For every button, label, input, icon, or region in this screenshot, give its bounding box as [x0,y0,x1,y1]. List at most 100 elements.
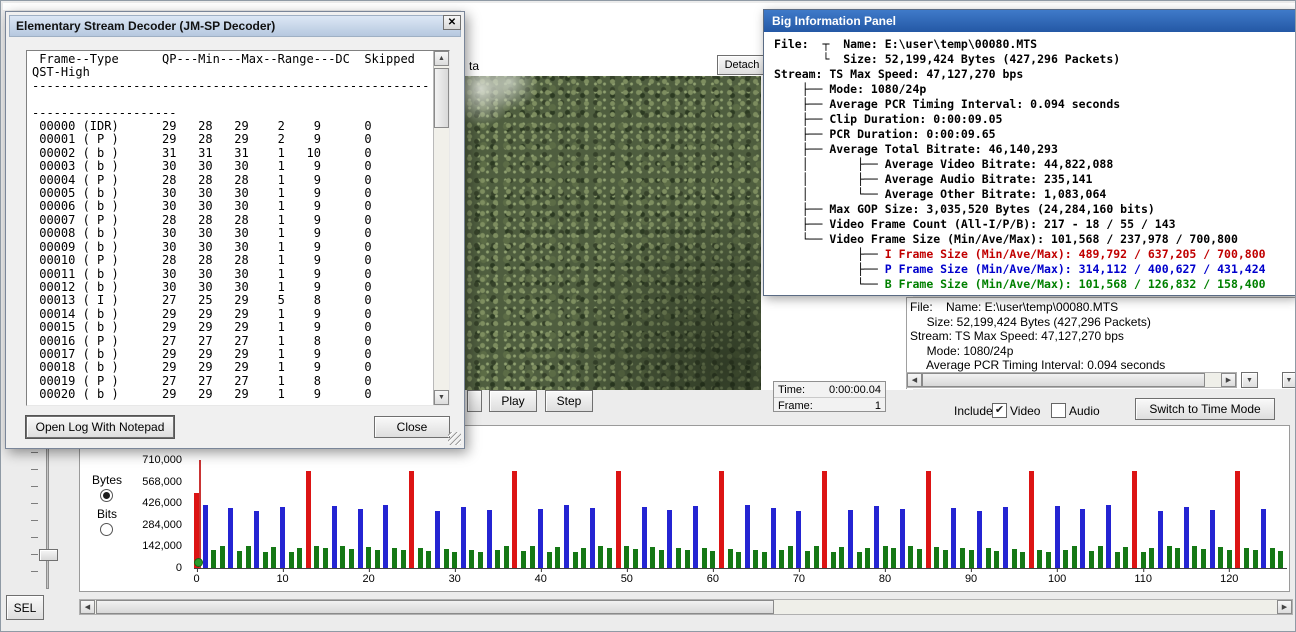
frame-size-bar[interactable] [1157,511,1163,568]
frame-size-bar[interactable] [357,509,363,568]
frame-size-bar[interactable] [658,550,664,568]
frame-size-bar[interactable] [469,550,475,568]
frame-size-bar[interactable] [280,507,286,568]
frame-size-bar[interactable] [1140,552,1146,568]
frame-size-bar[interactable] [211,550,217,568]
frame-size-bar[interactable] [434,511,440,568]
frame-size-bar[interactable] [959,548,965,568]
frame-size-bar[interactable] [400,550,406,568]
frame-size-bar[interactable] [202,505,208,568]
frame-size-bar[interactable] [1054,506,1060,568]
frame-size-bar[interactable] [572,552,578,568]
frame-size-bar[interactable] [839,547,845,568]
frame-size-bar[interactable] [753,550,759,568]
play-button[interactable]: Play [489,390,537,412]
frame-size-bar[interactable] [727,549,733,568]
frame-size-bar[interactable] [366,547,372,568]
frame-size-bar[interactable] [1261,509,1267,568]
slider-handle[interactable] [39,549,58,561]
frame-size-bar[interactable] [856,552,862,568]
frame-size-bar[interactable] [237,551,243,568]
frame-size-bar[interactable] [865,548,871,568]
frame-size-bar[interactable] [1080,509,1086,568]
decoder-scrollbar-thumb[interactable] [434,68,449,128]
decoder-titlebar[interactable]: Elementary Stream Decoder (JM-SP Decoder… [9,15,461,37]
scroll-right-button[interactable]: ▶ [1221,373,1236,387]
frame-size-bar[interactable] [934,547,940,568]
frame-size-bar[interactable] [1002,507,1008,568]
frame-size-bar[interactable] [607,548,613,568]
frame-size-bar[interactable] [219,546,225,568]
frame-size-bar[interactable] [452,552,458,568]
sub-info-scrollbar[interactable]: ◀ ▶ [906,372,1237,388]
frame-size-bar[interactable] [873,506,879,568]
frame-size-bar[interactable] [1192,546,1198,568]
frame-size-bar[interactable] [615,471,621,568]
frame-size-bar[interactable] [374,550,380,568]
frame-size-bar[interactable] [701,548,707,568]
frame-size-bar[interactable] [968,550,974,568]
frame-size-bar[interactable] [1063,550,1069,568]
frame-size-bar[interactable] [331,506,337,568]
audio-checkbox-label[interactable]: Audio [1069,404,1100,418]
partial-hidden-button[interactable] [467,390,482,412]
slider-track[interactable] [46,433,49,589]
close-button[interactable]: ✕ [443,15,461,30]
frame-size-bar[interactable] [598,546,604,568]
frame-size-bar[interactable] [951,508,957,568]
scroll-right-button[interactable]: ▶ [1277,600,1292,614]
frame-size-bar[interactable] [1071,546,1077,568]
frame-size-bar[interactable] [762,552,768,568]
frame-size-bar[interactable] [718,471,724,568]
frame-size-bar[interactable] [1097,546,1103,568]
playhead-cursor[interactable] [199,460,201,568]
playhead-marker[interactable] [194,558,203,567]
frame-size-bar[interactable] [555,547,561,568]
frame-size-bar[interactable] [529,546,535,568]
scroll-left-button[interactable]: ◀ [80,600,95,614]
dropdown-button-edge[interactable]: ▼ [1282,372,1295,388]
frame-size-bar[interactable] [512,471,518,568]
frame-size-bar[interactable] [942,550,948,568]
frame-size-bar[interactable] [288,552,294,568]
frame-size-bar[interactable] [667,510,673,568]
frame-size-bar[interactable] [297,548,303,568]
frame-size-bar[interactable] [744,505,750,568]
frame-size-bar[interactable] [916,549,922,568]
detach-button[interactable]: Detach [717,55,767,75]
frame-size-bar[interactable] [486,510,492,568]
frame-size-bar[interactable] [564,505,570,568]
frame-size-bar[interactable] [710,551,716,568]
frame-size-bar[interactable] [977,511,983,568]
sub-info-scrollbar-thumb[interactable] [922,373,1205,387]
frame-size-bar[interactable] [245,546,251,568]
frame-size-bar[interactable] [1132,471,1138,568]
scroll-up-button[interactable]: ▲ [434,51,449,66]
frame-size-bar[interactable] [383,505,389,568]
frame-size-bar[interactable] [417,548,423,568]
frame-size-bar[interactable] [848,510,854,568]
frame-size-bar[interactable] [305,471,311,568]
frame-size-bar[interactable] [228,508,234,568]
scroll-left-button[interactable]: ◀ [907,373,922,387]
frame-size-bar[interactable] [994,551,1000,568]
sel-button[interactable]: SEL [6,595,44,620]
frame-size-bar[interactable] [1175,548,1181,568]
frame-size-bar[interactable] [899,509,905,568]
info-panel-titlebar[interactable]: Big Information Panel [764,10,1295,32]
decoder-close-button[interactable]: Close [374,416,450,438]
resize-grip-icon[interactable] [448,432,461,445]
frame-size-bar[interactable] [589,508,595,568]
frame-size-bar[interactable] [684,550,690,568]
switch-to-time-mode-button[interactable]: Switch to Time Mode [1135,398,1275,420]
frame-size-bar[interactable] [391,548,397,568]
frame-size-bar[interactable] [813,546,819,568]
frame-size-bar[interactable] [891,548,897,568]
frame-size-bar[interactable] [495,550,501,568]
frame-size-bar[interactable] [1028,471,1034,568]
frame-size-bar[interactable] [1235,471,1241,568]
frame-size-bar[interactable] [822,471,828,568]
frame-size-bar[interactable] [882,546,888,568]
frame-size-bar[interactable] [323,548,329,568]
frame-size-bar[interactable] [796,511,802,568]
